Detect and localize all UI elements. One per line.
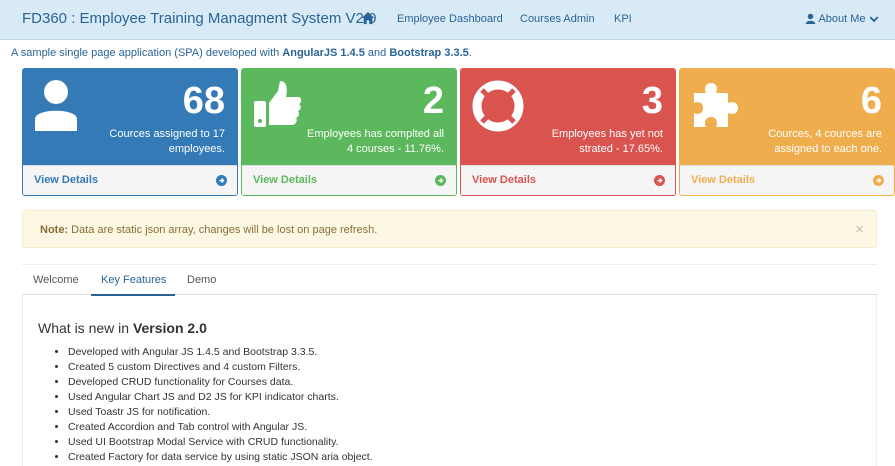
intro-angular: AngularJS 1.4.5: [282, 47, 365, 59]
nav-kpi[interactable]: KPI: [614, 13, 632, 25]
nav-courses-admin[interactable]: Courses Admin: [520, 13, 595, 25]
panel-number: 68: [182, 80, 225, 122]
intro-bootstrap: Bootstrap 3.3.5: [389, 47, 469, 59]
view-details-label: View Details: [691, 174, 755, 186]
list-item: Developed with Angular JS 1.4.5 and Boot…: [68, 345, 373, 360]
intro-and: and: [364, 47, 390, 59]
panel-courses-assigned: 68 Cources assigned to 17 employees. Vie…: [22, 68, 238, 196]
view-details-link[interactable]: View Details: [23, 165, 237, 195]
panel-description: Employees has yet not strated - 17.65%.: [551, 128, 663, 155]
view-details-link[interactable]: View Details: [461, 165, 675, 195]
thumbs-up-icon: [252, 79, 302, 132]
tab-demo[interactable]: Demo: [187, 274, 216, 286]
list-item: Created Accordion and Tab control with A…: [68, 420, 373, 435]
list-item: Created Factory for data service by usin…: [68, 450, 373, 465]
list-item: Used Angular Chart JS and D2 JS for KPI …: [68, 390, 373, 405]
view-details-label: View Details: [472, 174, 536, 186]
heading-version: Version 2.0: [132, 320, 207, 336]
panel-description: Employees has complted all 4 courses - 1…: [307, 128, 444, 155]
list-item: Used UI Bootstrap Modal Service with CRU…: [68, 435, 373, 450]
about-me-label: About Me: [818, 13, 866, 25]
user-icon: [805, 13, 816, 24]
note-text: Note: Data are static json array, change…: [40, 224, 377, 236]
tab-content: What is new in Version 2.0 Developed wit…: [22, 295, 877, 466]
tab-bar: Welcome Key Features Demo: [22, 264, 877, 296]
panel-description: Cources assigned to 17 employees.: [109, 128, 225, 155]
panel-number: 3: [641, 80, 663, 122]
list-item: Created 5 custom Directives and 4 custom…: [68, 360, 373, 375]
list-item: Developed CRUD functionality for Courses…: [68, 375, 373, 390]
arrow-circle-right-icon: [654, 175, 665, 189]
tab-welcome[interactable]: Welcome: [33, 274, 79, 286]
arrow-circle-right-icon: [435, 175, 446, 189]
note-alert: Note: Data are static json array, change…: [22, 210, 877, 248]
life-ring-icon: [471, 79, 525, 136]
user-icon: [33, 79, 79, 134]
view-details-link[interactable]: View Details: [680, 165, 894, 195]
note-label: Note:: [40, 224, 69, 236]
intro-text: A sample single page application (SPA) d…: [11, 47, 472, 59]
intro-prefix: A sample single page application (SPA) d…: [11, 47, 283, 59]
list-item: Used Toastr JS for notification.: [68, 405, 373, 420]
intro-suffix: .: [468, 47, 472, 59]
view-details-label: View Details: [253, 174, 317, 186]
heading-prefix: What is new in: [38, 320, 133, 336]
panel-description: Cources, 4 cources are assigned to each …: [768, 128, 882, 155]
home-icon[interactable]: [361, 11, 377, 27]
view-details-link[interactable]: View Details: [242, 165, 456, 195]
panel-courses-each: 6 Cources, 4 cources are assigned to eac…: [679, 68, 895, 196]
view-details-label: View Details: [34, 174, 98, 186]
panel-number: 6: [860, 80, 882, 122]
panel-completed: 2 Employees has complted all 4 courses -…: [241, 68, 457, 196]
nav-employee-dashboard[interactable]: Employee Dashboard: [397, 13, 503, 25]
content-heading: What is new in Version 2.0: [38, 320, 207, 336]
close-icon[interactable]: ×: [855, 221, 864, 238]
about-me-dropdown[interactable]: About Me: [805, 13, 879, 25]
feature-list: Developed with Angular JS 1.4.5 and Boot…: [68, 345, 373, 465]
app-title[interactable]: FD360 : Employee Training Managment Syst…: [22, 10, 376, 27]
panel-number: 2: [422, 80, 444, 122]
arrow-circle-right-icon: [873, 175, 884, 189]
tab-key-features[interactable]: Key Features: [101, 274, 166, 286]
panel-not-started: 3 Employees has yet not strated - 17.65%…: [460, 68, 676, 196]
note-message: Data are static json array, changes will…: [68, 224, 378, 236]
puzzle-icon: [690, 79, 742, 134]
top-navbar: FD360 : Employee Training Managment Syst…: [0, 0, 895, 40]
arrow-circle-right-icon: [216, 175, 227, 189]
chevron-down-icon: [869, 16, 879, 23]
